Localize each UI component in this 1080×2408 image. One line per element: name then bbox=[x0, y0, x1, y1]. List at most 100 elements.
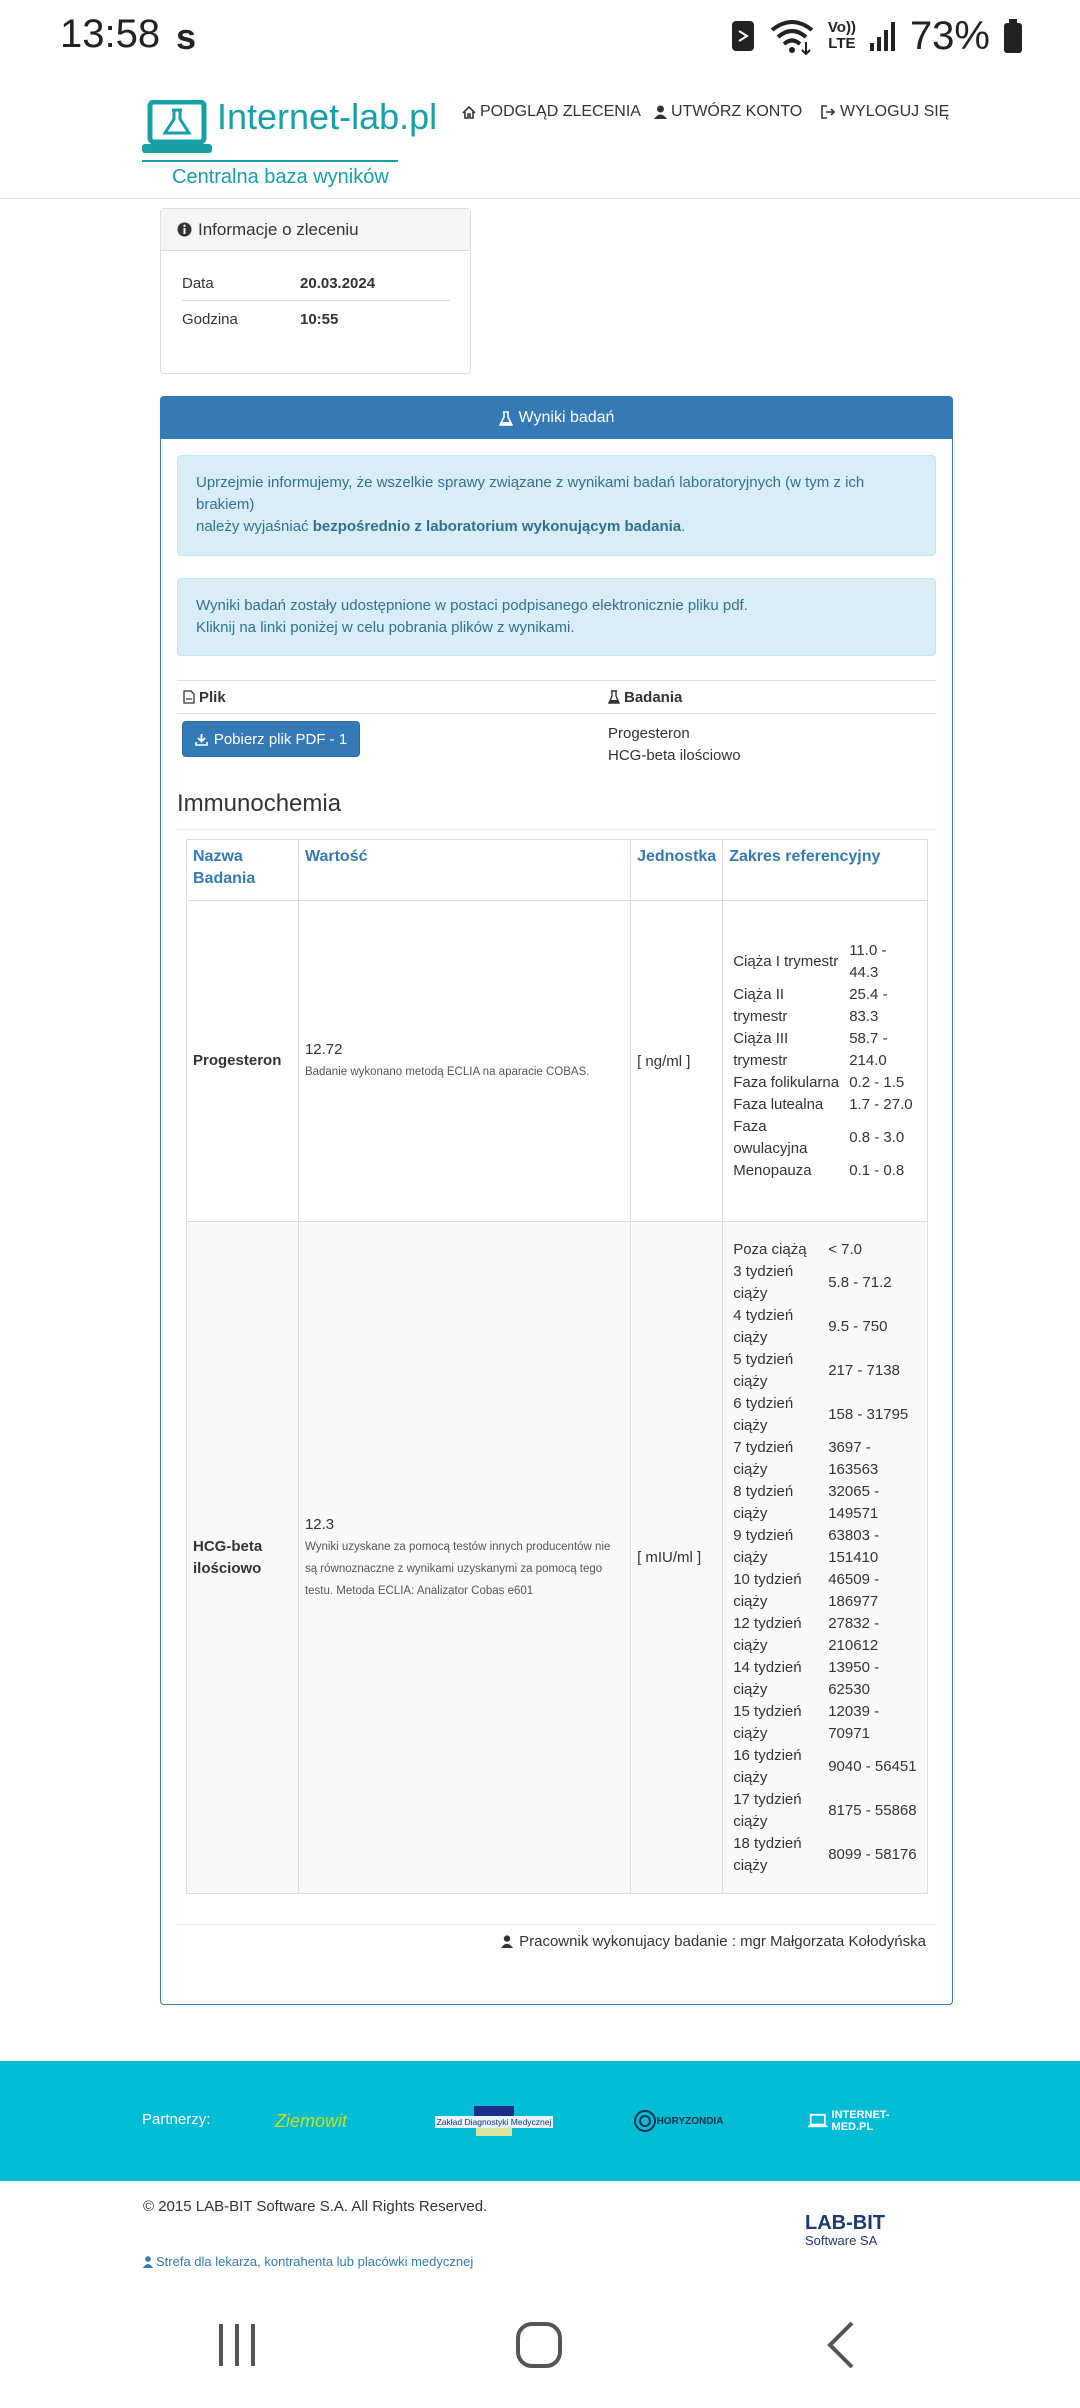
flask-icon bbox=[498, 410, 513, 426]
result-note: Wyniki uzyskane za pomocą testów innych … bbox=[304, 1540, 611, 1597]
result-unit: [ ng/ml ] bbox=[630, 900, 724, 1222]
col-header-name: Nazwa Badania bbox=[186, 839, 299, 901]
download-pdf-button[interactable]: Pobierz plik PDF - 1 bbox=[182, 721, 360, 757]
section-title: Immunochemia bbox=[177, 790, 342, 817]
partners-label: Partnerzy: bbox=[142, 2111, 211, 2128]
range-row: Faza folikularna 0.2 - 1.5 bbox=[729, 1072, 921, 1094]
results-table: Nazwa Badania Wartość Jednostka Zakres r… bbox=[186, 839, 928, 1894]
table-row: HCG-beta ilościowo 12.3 Wyniki uzyskane … bbox=[186, 1221, 928, 1894]
reference-range-table: Ciąża I trymestr 11.0 - 44.3 Ciąża II try… bbox=[729, 940, 921, 1182]
files-table: Plik Badania Pobierz plik PDF - 1 Proges… bbox=[177, 680, 936, 764]
result-value: 12.72 bbox=[304, 1041, 343, 1058]
logo-divider bbox=[142, 160, 398, 162]
nav-create-account[interactable]: UTWÓRZ KONTO bbox=[654, 100, 802, 124]
result-value-cell: 12.72 Badanie wykonano metodą ECLIA na a… bbox=[297, 900, 632, 1222]
worker-divider bbox=[177, 1924, 936, 1925]
nav-order-preview[interactable]: PODGLĄD ZLECENIA bbox=[462, 100, 641, 124]
user-icon bbox=[501, 1935, 514, 1948]
info-icon bbox=[177, 222, 192, 237]
range-row: 15 tydzień ciąży 12039 - 70971 bbox=[729, 1700, 921, 1745]
result-unit: [ mIU/ml ] bbox=[630, 1221, 724, 1894]
order-info-title: Informacje o zleceniu bbox=[198, 219, 359, 239]
range-row: 17 tydzień ciąży 8175 - 55868 bbox=[729, 1788, 921, 1833]
download-pdf-label: Pobierz plik PDF - 1 bbox=[213, 730, 348, 748]
nav-create-account-label: UTWÓRZ KONTO bbox=[671, 103, 803, 120]
lab-worker-text: Pracownik wykonujacy badanie : mgr Małgo… bbox=[519, 1933, 926, 1950]
nfc-icon bbox=[731, 21, 754, 51]
reference-range-table: Poza ciążą < 7.0 3 tydzień ciąży 5.8 - 71.… bbox=[729, 1238, 921, 1877]
wifi-icon bbox=[770, 20, 814, 56]
copyright: © 2015 LAB-BIT Software S.A. All Rights … bbox=[143, 2198, 488, 2215]
range-row: 14 tydzień ciąży 13950 - 62530 bbox=[729, 1656, 921, 1701]
recent-apps-icon[interactable] bbox=[215, 2322, 259, 2368]
nav-logout-label: WYLOGUJ SIĘ bbox=[840, 103, 950, 120]
range-row: Ciąża I trymestr 11.0 - 44.3 bbox=[729, 940, 921, 984]
range-row: 16 tydzień ciąży 9040 - 56451 bbox=[729, 1744, 921, 1789]
partner-logo-ziemowit[interactable]: Ziemowit bbox=[258, 2095, 364, 2147]
range-row: Ciąża III trymestr 58.7 - 214.0 bbox=[729, 1028, 921, 1072]
order-date-label: Data bbox=[182, 275, 214, 292]
result-value-cell: 12.3 Wyniki uzyskane za pomocą testów in… bbox=[297, 1221, 632, 1894]
order-time-label: Godzina bbox=[182, 310, 238, 328]
logo-subtitle: Centralna baza wyników bbox=[172, 166, 389, 188]
download-icon bbox=[195, 733, 208, 746]
laptop-icon bbox=[808, 2113, 828, 2128]
range-row: 9 tydzień ciąży 63803 - 151410 bbox=[729, 1524, 921, 1569]
carrier-icon: s bbox=[176, 16, 197, 57]
back-icon[interactable] bbox=[826, 2320, 856, 2370]
range-row: Menopauza 0.1 - 0.8 bbox=[729, 1160, 921, 1182]
result-name: Progesteron bbox=[186, 900, 299, 1222]
horyzondia-emblem-icon bbox=[633, 2110, 656, 2132]
signal-icon bbox=[869, 22, 895, 51]
labbit-logo[interactable]: LAB-BIT Software SA bbox=[805, 2213, 885, 2250]
section-divider bbox=[177, 829, 936, 830]
range-row: 4 tydzień ciąży 9.5 - 750 bbox=[729, 1304, 921, 1349]
results-title: Wyniki badań bbox=[518, 409, 615, 426]
flask-icon bbox=[608, 690, 620, 704]
range-row: 12 tydzień ciąży 27832 - 210612 bbox=[729, 1612, 921, 1657]
battery-icon bbox=[1004, 19, 1022, 53]
range-row: 7 tydzień ciąży 3697 - 163563 bbox=[729, 1436, 921, 1481]
nav-logout[interactable]: WYLOGUJ SIĘ bbox=[821, 100, 949, 124]
order-info-panel: Informacje o zleceniu Data 20.03.2024 Go… bbox=[160, 208, 471, 374]
lab-worker: Pracownik wykonujacy badanie : mgr Małgo… bbox=[501, 1933, 926, 1950]
result-value: 12.3 bbox=[304, 1515, 335, 1533]
range-row: Ciąża II trymestr 25.4 - 83.3 bbox=[729, 984, 921, 1028]
partner-logo-zdm[interactable]: Zakład Diagnostyki Medycznej bbox=[434, 2095, 554, 2147]
table-row: Progesteron 12.72 Badanie wykonano metod… bbox=[186, 900, 928, 1222]
order-time-value: 10:55 bbox=[300, 310, 339, 328]
range-row: 18 tydzień ciąży 8099 - 58176 bbox=[729, 1832, 921, 1877]
results-panel: Wyniki badań Uprzejmie informujemy, że w… bbox=[160, 396, 953, 2005]
logout-icon bbox=[821, 105, 836, 119]
system-nav-bar bbox=[0, 2300, 1080, 2408]
reference-range-cell: Ciąża I trymestr 11.0 - 44.3 Ciąża II try… bbox=[722, 900, 928, 1222]
laptop-flask-icon bbox=[142, 100, 212, 153]
partners-bar: Partnerzy: Ziemowit Zakład Diagnostyki M… bbox=[0, 2061, 1080, 2181]
info-alert-pdf: Wyniki badań zostały udostępnione w post… bbox=[177, 578, 936, 656]
info-alert-contact: Uprzejmie informujemy, że wszelkie spraw… bbox=[177, 455, 936, 556]
range-row: 3 tydzień ciąży 5.8 - 71.2 bbox=[729, 1260, 921, 1305]
results-table-header: Nazwa Badania Wartość Jednostka Zakres r… bbox=[186, 839, 928, 901]
user-icon bbox=[654, 105, 667, 119]
nav-order-preview-label: PODGLĄD ZLECENIA bbox=[480, 103, 641, 120]
result-note: Badanie wykonano metodą ECLIA na aparaci… bbox=[304, 1066, 590, 1078]
col-header-unit: Jednostka bbox=[630, 839, 724, 901]
status-time: 13:58 bbox=[60, 12, 161, 56]
order-date-value: 20.03.2024 bbox=[300, 275, 376, 292]
order-time-row: Godzina 10:55 bbox=[182, 302, 450, 336]
logo-text: Internet-lab.pl bbox=[217, 96, 438, 137]
home-button-icon[interactable] bbox=[514, 2320, 564, 2370]
partner-logo-horyzondia[interactable]: HORYZONDIA bbox=[623, 2095, 733, 2147]
exam-name: HCG-beta ilościowo bbox=[608, 747, 741, 764]
exam-list: Progesteron HCG-beta ilościowo bbox=[608, 723, 741, 767]
volte-indicator: Vo)) LTE bbox=[827, 19, 856, 52]
files-header-exams: Badania bbox=[624, 688, 683, 706]
doctor-zone-link[interactable]: Strefa dla lekarza, kontrahenta lub plac… bbox=[143, 2254, 473, 2269]
result-name: HCG-beta ilościowo bbox=[186, 1221, 299, 1894]
order-info-header: Informacje o zleceniu bbox=[161, 209, 470, 251]
partner-logo-internet-med[interactable]: INTERNET-MED.PL bbox=[808, 2095, 920, 2147]
status-bar: 13:58 s Vo)) LTE 73% bbox=[0, 0, 1080, 74]
reference-range-cell: Poza ciążą < 7.0 3 tydzień ciąży 5.8 - 71.… bbox=[722, 1221, 928, 1894]
user-md-icon bbox=[143, 2255, 153, 2268]
range-row: 10 tydzień ciąży 46509 - 186977 bbox=[729, 1568, 921, 1613]
